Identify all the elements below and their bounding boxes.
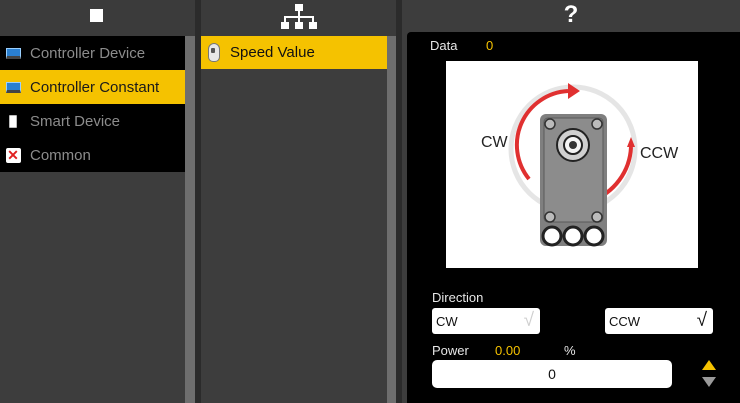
block-item-label: Speed Value xyxy=(230,44,315,61)
power-unit: % xyxy=(564,343,576,358)
servo-illustration xyxy=(508,83,638,247)
monitor-icon xyxy=(5,45,21,61)
square-icon[interactable] xyxy=(90,9,103,22)
category-common[interactable]: ✕ Common xyxy=(0,138,185,172)
category-controller-constant[interactable]: Controller Constant xyxy=(0,70,185,104)
category-controller-device[interactable]: Controller Device xyxy=(0,36,185,70)
knob-icon xyxy=(208,43,220,62)
category-list: Controller Device Controller Constant Sm… xyxy=(0,36,185,172)
help-icon[interactable]: ? xyxy=(564,0,579,32)
category-label: Smart Device xyxy=(30,112,121,130)
monitor-icon xyxy=(5,79,21,95)
category-label: Controller Constant xyxy=(30,78,160,96)
option-label: CW xyxy=(436,313,458,329)
data-value: 0 xyxy=(486,38,494,53)
data-label: Data xyxy=(430,38,458,53)
block-panel: Speed Value xyxy=(201,0,396,403)
option-label: CCW xyxy=(609,313,641,329)
block-scrollbar[interactable] xyxy=(387,36,396,403)
category-label: Controller Device xyxy=(30,44,146,62)
power-input[interactable]: 0 xyxy=(432,360,672,388)
category-label: Common xyxy=(30,146,91,164)
check-icon: √ xyxy=(523,310,534,331)
check-icon: √ xyxy=(696,310,707,331)
increment-arrow-icon[interactable] xyxy=(702,360,716,370)
properties-body: Data 0 CW CCW Direction CW √ CCW √ Power… xyxy=(407,32,740,403)
ccw-label: CCW xyxy=(640,145,679,162)
category-smart-device[interactable]: Smart Device xyxy=(0,104,185,138)
properties-panel-header: ? xyxy=(402,0,740,32)
category-panel: Controller Device Controller Constant Sm… xyxy=(0,0,195,403)
direction-option-ccw[interactable]: CCW √ xyxy=(605,308,713,334)
power-value: 0.00 xyxy=(495,343,521,358)
power-label: Power xyxy=(432,343,469,358)
direction-option-cw[interactable]: CW √ xyxy=(432,308,540,334)
direction-label: Direction xyxy=(432,290,484,305)
block-panel-header xyxy=(201,0,396,36)
hierarchy-icon[interactable] xyxy=(279,3,319,33)
properties-panel: ? Data 0 CW CCW Direction CW √ CCW √ Pow… xyxy=(402,0,740,403)
phone-icon xyxy=(5,113,21,129)
category-scrollbar[interactable] xyxy=(185,36,195,403)
app-root: Controller Device Controller Constant Sm… xyxy=(0,0,740,403)
x-icon: ✕ xyxy=(5,146,21,163)
category-panel-header xyxy=(0,0,195,36)
servo-diagram: CW CCW xyxy=(446,61,698,268)
block-item-speed-value[interactable]: Speed Value xyxy=(201,36,387,69)
cw-label: CW xyxy=(481,134,508,151)
block-list: Speed Value xyxy=(201,36,387,403)
decrement-arrow-icon[interactable] xyxy=(702,377,716,387)
